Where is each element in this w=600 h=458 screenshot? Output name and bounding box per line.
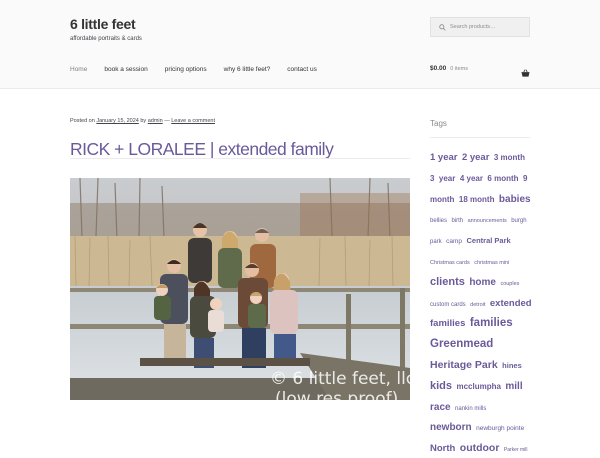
sidebar-tags-title: Tags: [430, 119, 447, 128]
tag-link[interactable]: nankin mills: [455, 406, 486, 412]
cart-amount[interactable]: $0.00: [430, 65, 446, 72]
tag-link[interactable]: 2 year: [462, 152, 489, 163]
tag-link[interactable]: home: [469, 277, 496, 288]
tag-link[interactable]: Christmas cards: [430, 260, 470, 266]
watermark-line-2: (low res proof): [275, 389, 398, 400]
tag-link[interactable]: christmas mini: [474, 260, 509, 266]
basket-icon[interactable]: [521, 65, 530, 77]
tag-link[interactable]: mcclumpha: [456, 382, 500, 391]
tag-link[interactable]: newburgh pointe: [476, 425, 524, 432]
tag-link[interactable]: Central Park: [466, 236, 510, 245]
tag-link[interactable]: 3 month: [494, 153, 525, 162]
tag-link[interactable]: 4 year: [460, 174, 483, 183]
divider: [70, 158, 410, 159]
post-featured-photo[interactable]: © 6 little feet, llc (low res proof): [70, 178, 410, 400]
search-icon: [436, 21, 448, 33]
tag-link[interactable]: camp: [446, 238, 462, 245]
primary-nav: Home book a session pricing options why …: [70, 66, 334, 73]
post-date-link[interactable]: January 15, 2024: [96, 118, 139, 124]
tag-link[interactable]: families: [470, 317, 513, 329]
posted-on-label: Posted on: [70, 118, 95, 124]
post-author-link[interactable]: admin: [148, 118, 163, 124]
tag-link[interactable]: 1 year: [430, 152, 457, 163]
tag-link[interactable]: kids: [430, 380, 452, 392]
tag-link[interactable]: Parker mill: [504, 447, 528, 453]
tag-link[interactable]: newborn: [430, 422, 472, 433]
tag-link[interactable]: announcements: [468, 218, 507, 224]
search-input[interactable]: Search products…: [450, 24, 496, 30]
tag-link[interactable]: 3: [430, 174, 434, 183]
tag-link[interactable]: mill: [505, 381, 522, 392]
watermark-line-1: © 6 little feet, llc: [270, 369, 410, 389]
tag-link[interactable]: Heritage Park: [430, 359, 498, 371]
by-label: by: [140, 118, 147, 124]
tag-link[interactable]: race: [430, 402, 451, 413]
tag-link[interactable]: 6 month: [487, 174, 518, 183]
tag-link[interactable]: hines: [502, 361, 522, 370]
post-meta: Posted on January 15, 2024 by admin — Le…: [70, 118, 215, 124]
tag-link[interactable]: couples: [500, 281, 519, 287]
nav-item-pricing-options[interactable]: pricing options: [165, 66, 207, 73]
nav-item-contact-us[interactable]: contact us: [287, 66, 317, 73]
site-tagline: affordable portraits & cards: [70, 36, 142, 42]
leave-comment-link[interactable]: Leave a comment: [171, 118, 215, 124]
header-cart[interactable]: $0.00 0 items: [430, 65, 530, 77]
cart-item-count[interactable]: 0 items: [450, 66, 468, 72]
tag-link[interactable]: Greenmead: [430, 338, 493, 350]
tag-link[interactable]: outdoor: [460, 442, 500, 454]
post-title[interactable]: RICK + LORALEE | extended family: [70, 139, 334, 160]
tag-cloud: 1 year 2 year 3 month 3 year 4 year 6 mo…: [430, 146, 532, 458]
tag-link[interactable]: bellies: [430, 218, 447, 224]
tag-link[interactable]: clients: [430, 276, 465, 288]
divider: [430, 137, 530, 138]
nav-item-home[interactable]: Home: [70, 66, 87, 73]
tag-link[interactable]: custom cards: [430, 302, 466, 308]
meta-separator: —: [164, 118, 170, 124]
tag-link[interactable]: North: [430, 443, 455, 454]
tag-link[interactable]: detroit: [470, 302, 485, 308]
tag-link[interactable]: birth: [451, 218, 463, 224]
tag-link[interactable]: year: [439, 174, 455, 183]
nav-item-why-6-little-feet[interactable]: why 6 little feet?: [224, 66, 271, 73]
search-field[interactable]: Search products…: [430, 17, 530, 37]
tag-link[interactable]: babies: [499, 194, 531, 205]
nav-item-book-a-session[interactable]: book a session: [104, 66, 147, 73]
site-header: 6 little feet affordable portraits & car…: [0, 0, 600, 89]
tag-link[interactable]: 18 month: [459, 195, 495, 204]
site-title[interactable]: 6 little feet: [70, 16, 136, 32]
